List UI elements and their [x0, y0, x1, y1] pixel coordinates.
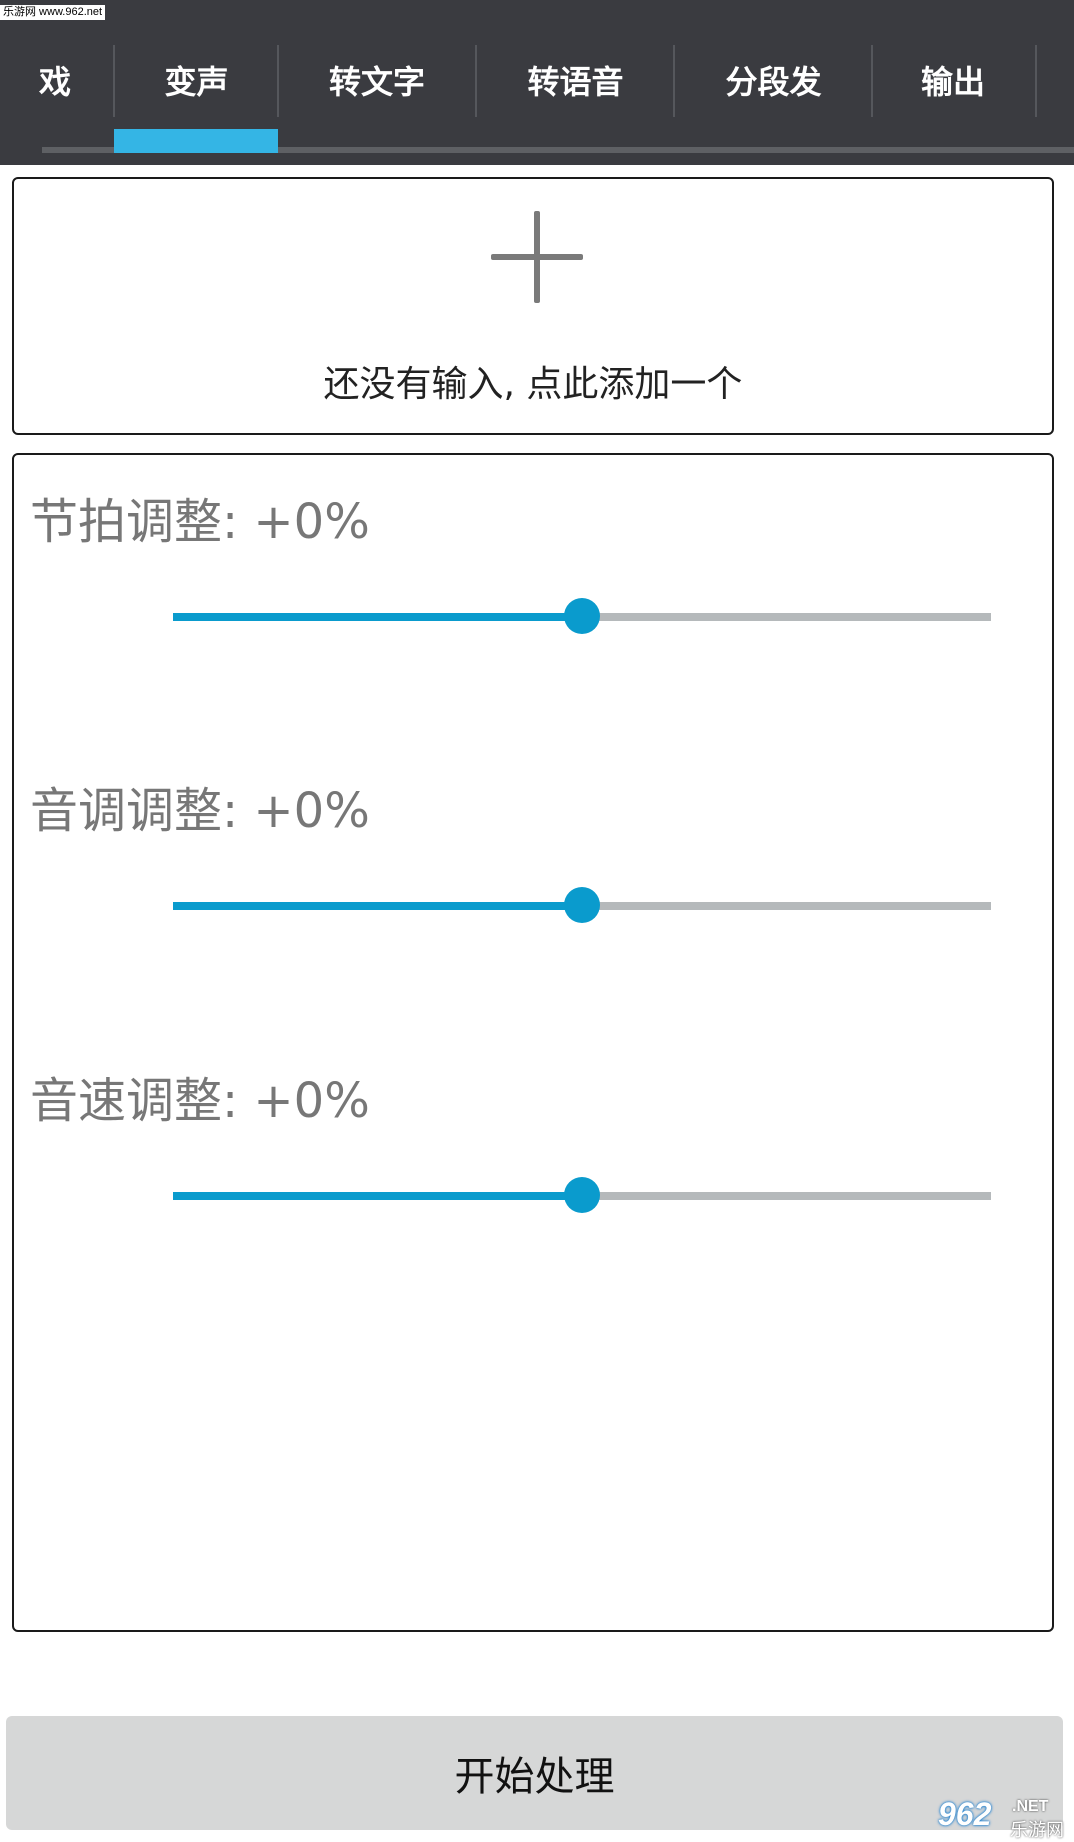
plus-icon[interactable] — [489, 211, 585, 307]
slider-thumb[interactable] — [564, 887, 600, 923]
tab-to-text[interactable]: 转文字 — [279, 45, 475, 115]
tempo-slider[interactable] — [173, 596, 991, 636]
slider-thumb[interactable] — [564, 1177, 600, 1213]
watermark-logo-number: 962 — [938, 1796, 992, 1832]
speed-label: 音速调整: +0% — [30, 1073, 370, 1129]
slider-thumb[interactable] — [564, 598, 600, 634]
top-tab-bar: 乐游网 www.962.net 戏 变声 转文字 转语音 分段发 输出 — [0, 0, 1074, 165]
slider-fill — [173, 613, 582, 621]
slider-fill — [173, 902, 582, 910]
watermark-logo: 962 .NET 乐游网 — [934, 1796, 1066, 1841]
tab-output[interactable]: 输出 — [873, 45, 1033, 115]
tab-voice-change[interactable]: 变声 — [115, 45, 278, 115]
active-tab-indicator — [114, 129, 278, 153]
watermark-logo-cn: 乐游网 — [1010, 1820, 1064, 1841]
tab-to-speech[interactable]: 转语音 — [477, 45, 674, 115]
speed-slider[interactable] — [173, 1175, 991, 1215]
watermark-text: 乐游网 www.962.net — [0, 5, 106, 20]
add-input-hint[interactable]: 还没有输入, 点此添加一个 — [12, 355, 1054, 407]
pitch-slider[interactable] — [173, 885, 991, 925]
tab-partial-left[interactable]: 戏 — [30, 45, 80, 115]
tab-divider — [1035, 45, 1037, 117]
tempo-label: 节拍调整: +0% — [30, 494, 370, 550]
tab-segment-send[interactable]: 分段发 — [675, 45, 872, 115]
start-processing-button[interactable]: 开始处理 — [6, 1716, 1063, 1830]
slider-fill — [173, 1192, 582, 1200]
pitch-label: 音调调整: +0% — [30, 783, 370, 839]
watermark-logo-suffix: .NET — [1012, 1798, 1049, 1815]
